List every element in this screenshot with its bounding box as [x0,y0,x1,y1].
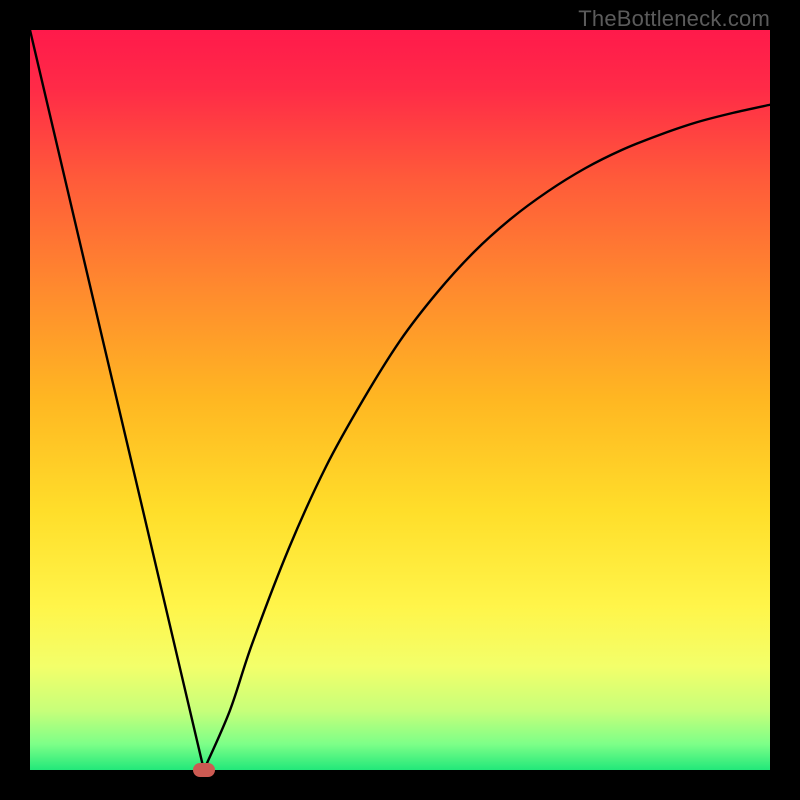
bottleneck-curve [30,30,770,770]
curve-path [30,30,770,770]
watermark-text: TheBottleneck.com [578,6,770,32]
chart-frame [30,30,770,770]
optimal-point-marker [193,763,215,777]
